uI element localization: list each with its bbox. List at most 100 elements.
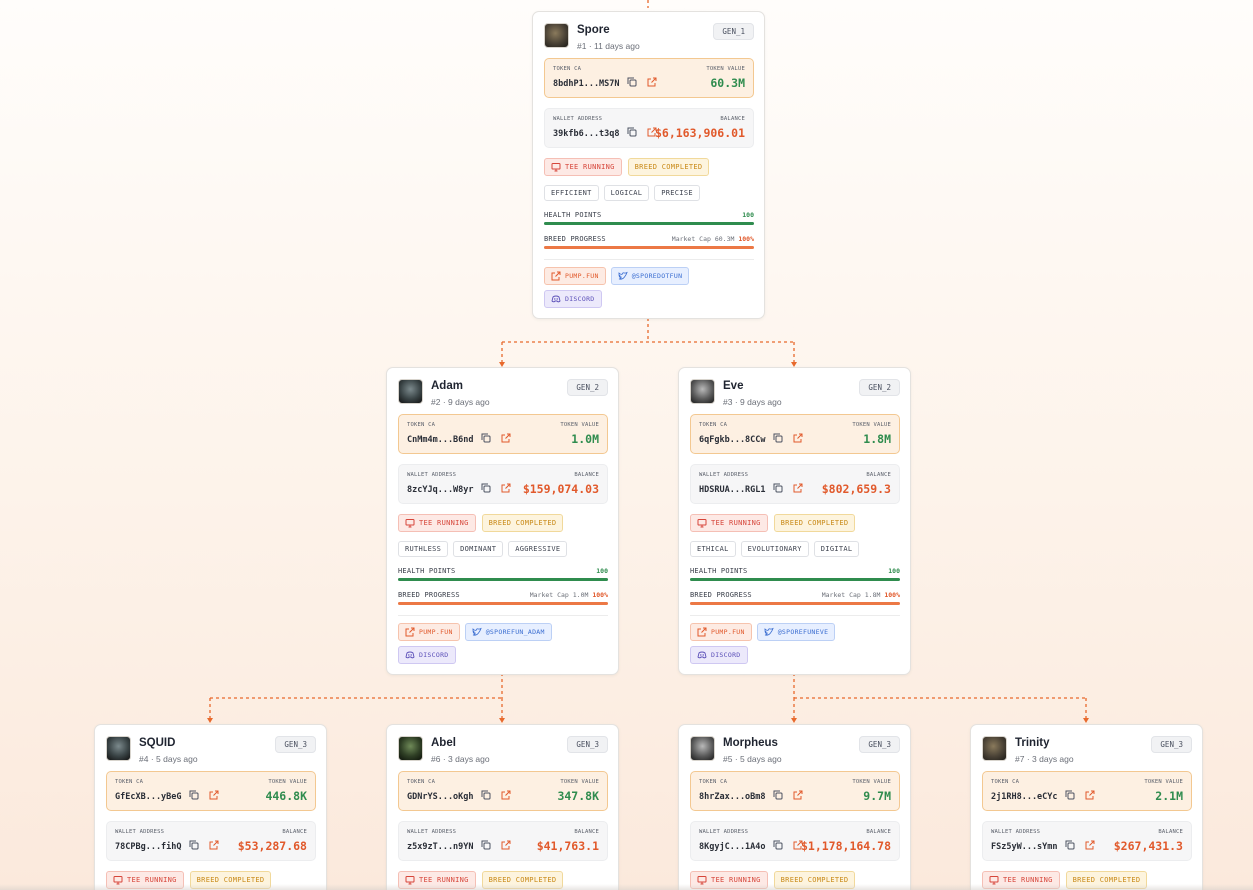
external-link-icon[interactable] (501, 790, 511, 800)
copy-icon[interactable] (773, 840, 783, 850)
token-value-label: TOKEN VALUE (560, 779, 599, 785)
agent-card-eve[interactable]: Eve #3 · 9 days ago GEN_2 TOKEN CA TOKEN… (678, 367, 911, 675)
token-box: TOKEN CA TOKEN VALUE GDNrYS...oKgh 347.8… (398, 771, 608, 811)
wallet-address-label: WALLET ADDRESS (407, 829, 457, 835)
generation-badge: GEN_3 (275, 736, 316, 753)
tee-running-badge: TEE RUNNING (690, 514, 768, 532)
health-points: HEALTH POINTS 100 (544, 211, 754, 225)
copy-icon[interactable] (773, 483, 783, 493)
x-twitter-icon (764, 627, 774, 636)
breed-completed-badge: BREED COMPLETED (773, 514, 856, 532)
agent-avatar (106, 736, 131, 761)
external-link-icon[interactable] (209, 840, 219, 850)
copy-icon[interactable] (773, 433, 783, 443)
trait-list: EFFICIENT LOGICAL PRECISE (544, 185, 754, 201)
agent-card-trinity[interactable]: Trinity #7 · 3 days ago GEN_3 TOKEN CA T… (970, 724, 1203, 890)
agent-card-spore[interactable]: Spore #1 · 11 days ago GEN_1 TOKEN CA TO… (532, 11, 765, 319)
copy-icon[interactable] (1065, 790, 1075, 800)
external-link-icon[interactable] (501, 483, 511, 493)
trait-tag: DIGITAL (813, 541, 860, 557)
agent-meta: #3 · 9 days ago (723, 397, 782, 407)
agent-name: Abel (431, 737, 456, 749)
token-box: TOKEN CA TOKEN VALUE 6qFgkb...8CCw 1.8M (690, 414, 900, 454)
agent-name: Spore (577, 24, 610, 36)
copy-icon[interactable] (481, 790, 491, 800)
discord-link[interactable]: DISCORD (398, 646, 456, 664)
external-link-icon[interactable] (501, 840, 511, 850)
trait-list: ETHICAL EVOLUTIONARY DIGITAL (690, 541, 900, 557)
x-twitter-link[interactable]: @SPOREFUNEVE (756, 623, 836, 641)
pump-fun-link[interactable]: PUMP.FUN (398, 623, 460, 641)
trait-tag: RUTHLESS (398, 541, 449, 557)
external-link-icon[interactable] (501, 433, 511, 443)
monitor-icon (551, 163, 561, 172)
balance-label: BALANCE (574, 472, 599, 478)
token-ca-label: TOKEN CA (991, 779, 1020, 785)
balance-label: BALANCE (720, 116, 745, 122)
breed-progress: BREED PROGRESS Market Cap 1.8M 100% (690, 591, 900, 605)
wallet-address-label: WALLET ADDRESS (991, 829, 1041, 835)
agent-meta: #6 · 3 days ago (431, 754, 490, 764)
wallet-balance: $6,163,906.01 (654, 126, 745, 140)
token-value: 9.7M (863, 789, 891, 803)
copy-icon[interactable] (481, 483, 491, 493)
token-box: TOKEN CA TOKEN VALUE 8bdhP1...MS7N 60.3M (544, 58, 754, 98)
token-ca-address: 8hrZax...oBm8 (699, 792, 766, 802)
tee-running-badge: TEE RUNNING (544, 158, 622, 176)
token-ca-label: TOKEN CA (407, 422, 436, 428)
social-links: PUMP.FUN @SPOREFUN_ADAM DISCORD (398, 623, 568, 664)
discord-link[interactable]: DISCORD (690, 646, 748, 664)
wallet-box: WALLET ADDRESS BALANCE HDSRUA...RGL1 $80… (690, 464, 900, 504)
wallet-balance: $1,178,164.78 (800, 839, 891, 853)
wallet-balance: $53,287.68 (237, 839, 307, 853)
generation-badge: GEN_3 (567, 736, 608, 753)
breed-completed-badge: BREED COMPLETED (481, 514, 564, 532)
external-link-icon[interactable] (647, 77, 657, 87)
pump-fun-link[interactable]: PUMP.FUN (690, 623, 752, 641)
balance-label: BALANCE (574, 829, 599, 835)
agent-avatar (690, 736, 715, 761)
health-bar-fill (690, 578, 900, 581)
copy-icon[interactable] (481, 433, 491, 443)
agent-card-morpheus[interactable]: Morpheus #5 · 5 days ago GEN_3 TOKEN CA … (678, 724, 911, 890)
x-twitter-link[interactable]: @SPOREDOTFUN (610, 267, 690, 285)
token-ca-address: GfEcXB...yBeG (115, 792, 182, 802)
wallet-address-label: WALLET ADDRESS (699, 829, 749, 835)
token-ca-address: 6qFgkb...8CCw (699, 435, 766, 445)
copy-icon[interactable] (481, 840, 491, 850)
copy-icon[interactable] (189, 790, 199, 800)
token-ca-address: CnMm4m...B6nd (407, 435, 474, 445)
generation-badge: GEN_2 (859, 379, 900, 396)
token-ca-label: TOKEN CA (699, 422, 728, 428)
discord-link[interactable]: DISCORD (544, 290, 602, 308)
external-link-icon[interactable] (1085, 840, 1095, 850)
external-link-icon[interactable] (793, 790, 803, 800)
wallet-address-label: WALLET ADDRESS (115, 829, 165, 835)
external-link-icon[interactable] (209, 790, 219, 800)
copy-icon[interactable] (773, 790, 783, 800)
copy-icon[interactable] (189, 840, 199, 850)
external-link-icon[interactable] (1085, 790, 1095, 800)
agent-card-adam[interactable]: Adam #2 · 9 days ago GEN_2 TOKEN CA TOKE… (386, 367, 619, 675)
trait-tag: PRECISE (654, 185, 700, 201)
agent-card-squid[interactable]: SQUID #4 · 5 days ago GEN_3 TOKEN CA TOK… (94, 724, 327, 890)
wallet-balance: $41,763.1 (536, 839, 599, 853)
copy-icon[interactable] (627, 127, 637, 137)
external-link-icon (551, 271, 561, 281)
wallet-address: HDSRUA...RGL1 (699, 485, 766, 495)
agent-name: Adam (431, 380, 463, 392)
agent-card-abel[interactable]: Abel #6 · 3 days ago GEN_3 TOKEN CA TOKE… (386, 724, 619, 890)
wallet-box: WALLET ADDRESS BALANCE 39kfb6...t3q8 $6,… (544, 108, 754, 148)
x-twitter-link[interactable]: @SPOREFUN_ADAM (464, 623, 552, 641)
monitor-icon (405, 519, 415, 528)
wallet-address: 39kfb6...t3q8 (553, 129, 620, 139)
external-link-icon[interactable] (793, 483, 803, 493)
external-link-icon[interactable] (793, 433, 803, 443)
agent-name: Eve (723, 380, 744, 392)
token-ca-label: TOKEN CA (407, 779, 436, 785)
generation-badge: GEN_3 (859, 736, 900, 753)
pump-fun-link[interactable]: PUMP.FUN (544, 267, 606, 285)
tee-running-badge: TEE RUNNING (398, 514, 476, 532)
copy-icon[interactable] (627, 77, 637, 87)
copy-icon[interactable] (1065, 840, 1075, 850)
